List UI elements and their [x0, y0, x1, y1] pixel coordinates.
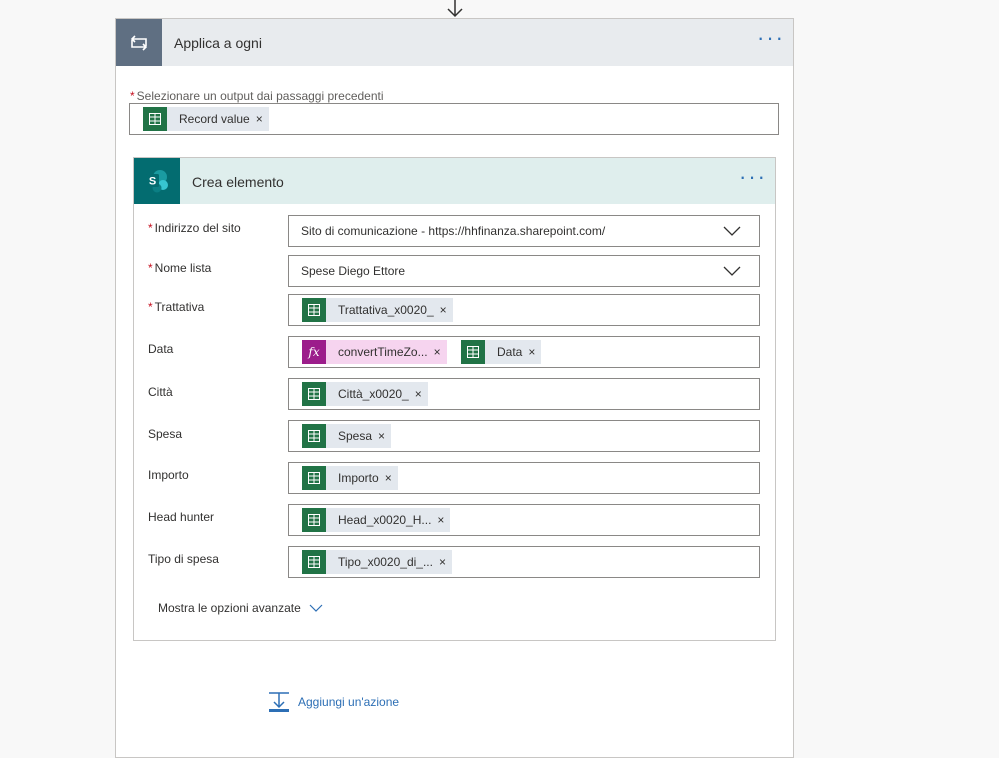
apply-to-each-card: Applica a ogni ··· * Selezionare un outpu… — [115, 18, 794, 758]
list-name-value: Spese Diego Ettore — [301, 264, 406, 278]
token-remove-icon[interactable]: × — [256, 112, 269, 126]
list-name-dropdown[interactable]: Spese Diego Ettore — [288, 255, 760, 287]
importo-input[interactable]: Importo × — [288, 462, 760, 494]
sharepoint-letter: S — [149, 176, 156, 188]
add-action-icon — [269, 692, 289, 712]
output-field-label-text: Selezionare un output dai passaggi prece… — [136, 89, 384, 103]
token-remove-icon[interactable]: × — [439, 555, 452, 569]
chevron-down-icon — [723, 266, 741, 276]
spesa-label: Spesa — [148, 427, 183, 441]
create-item-more-icon[interactable]: ··· — [739, 166, 767, 188]
citta-label: Città — [148, 385, 173, 399]
excel-table-icon — [302, 382, 326, 406]
add-action-label: Aggiungi un'azione — [298, 695, 400, 709]
apply-to-each-header[interactable]: Applica a ogni ··· — [116, 19, 793, 66]
record-value-token[interactable]: Record value × — [143, 107, 269, 131]
token-remove-icon[interactable]: × — [434, 345, 447, 359]
token-remove-icon[interactable]: × — [378, 429, 391, 443]
token-label: convertTimeZo... — [338, 345, 428, 359]
create-item-header[interactable]: S Crea elemento ··· — [134, 158, 775, 204]
token-remove-icon[interactable]: × — [440, 303, 453, 317]
output-input[interactable]: Record value × — [129, 103, 779, 135]
data-label: Data — [148, 342, 174, 356]
site-address-dropdown[interactable]: Sito di comunicazione - https://hhfinanz… — [288, 215, 760, 247]
spesa-input[interactable]: Spesa × — [288, 420, 760, 452]
dynamic-content-token[interactable]: Spesa × — [302, 424, 392, 448]
token-label: Importo — [338, 471, 379, 485]
required-mark: * — [148, 221, 153, 235]
show-advanced-options-button[interactable]: Mostra le opzioni avanzate — [158, 601, 323, 615]
chevron-down-icon — [723, 226, 741, 236]
dynamic-content-token[interactable]: Data × — [461, 340, 542, 364]
expression-token[interactable]: fx convertTimeZo... × — [302, 340, 447, 364]
dynamic-content-token[interactable]: Città_x0020_ × — [302, 382, 428, 406]
importo-label: Importo — [148, 468, 189, 482]
token-label: Trattativa_x0020_ — [338, 303, 434, 317]
token-remove-icon[interactable]: × — [528, 345, 541, 359]
excel-table-icon — [302, 466, 326, 490]
token-label: Record value — [179, 112, 250, 126]
sharepoint-icon: S — [134, 158, 180, 204]
site-address-value: Sito di comunicazione - https://hhfinanz… — [301, 224, 606, 238]
dynamic-content-token[interactable]: Head_x0020_H... × — [302, 508, 451, 532]
token-label: Tipo_x0020_di_... — [338, 555, 433, 569]
excel-table-icon — [461, 340, 485, 364]
token-label: Città_x0020_ — [338, 387, 409, 401]
required-mark: * — [148, 300, 153, 314]
citta-input[interactable]: Città_x0020_ × — [288, 378, 760, 410]
token-remove-icon[interactable]: × — [415, 387, 428, 401]
token-label: Data — [497, 345, 523, 359]
dynamic-content-token[interactable]: Tipo_x0020_di_... × — [302, 550, 452, 574]
down-arrow-icon — [447, 0, 463, 18]
token-remove-icon[interactable]: × — [437, 513, 450, 527]
excel-table-icon — [302, 424, 326, 448]
create-item-card: S Crea elemento ··· * Indirizzo del sito … — [133, 157, 776, 641]
apply-to-each-title: Applica a ogni — [174, 35, 262, 51]
tipo-di-spesa-input[interactable]: Tipo_x0020_di_... × — [288, 546, 760, 578]
token-label: Spesa — [338, 429, 373, 443]
excel-table-icon — [302, 550, 326, 574]
required-mark: * — [130, 89, 135, 103]
required-mark: * — [148, 261, 153, 275]
token-label: Head_x0020_H... — [338, 513, 432, 527]
function-icon: fx — [302, 340, 326, 364]
show-advanced-options-label: Mostra le opzioni avanzate — [158, 601, 301, 615]
list-name-label: * Nome lista — [148, 261, 212, 275]
add-action-button[interactable]: Aggiungi un'azione — [268, 691, 399, 713]
dynamic-content-token[interactable]: Trattativa_x0020_ × — [302, 298, 453, 322]
dynamic-content-token[interactable]: Importo × — [302, 466, 398, 490]
loop-icon — [116, 19, 162, 66]
excel-table-icon — [302, 298, 326, 322]
trattativa-input[interactable]: Trattativa_x0020_ × — [288, 294, 760, 326]
token-remove-icon[interactable]: × — [385, 471, 398, 485]
apply-to-each-more-icon[interactable]: ··· — [757, 27, 785, 49]
site-address-label: * Indirizzo del sito — [148, 221, 241, 235]
create-item-title: Crea elemento — [192, 174, 284, 190]
head-hunter-input[interactable]: Head_x0020_H... × — [288, 504, 760, 536]
excel-table-icon — [143, 107, 167, 131]
tipo-di-spesa-label: Tipo di spesa — [148, 552, 219, 566]
chevron-down-icon — [309, 604, 323, 612]
data-input[interactable]: fx convertTimeZo... × Data × — [288, 336, 760, 368]
excel-table-icon — [302, 508, 326, 532]
trattativa-label: * Trattativa — [148, 300, 205, 314]
head-hunter-label: Head hunter — [148, 510, 215, 524]
output-field-label: * Selezionare un output dai passaggi prec… — [130, 89, 384, 103]
